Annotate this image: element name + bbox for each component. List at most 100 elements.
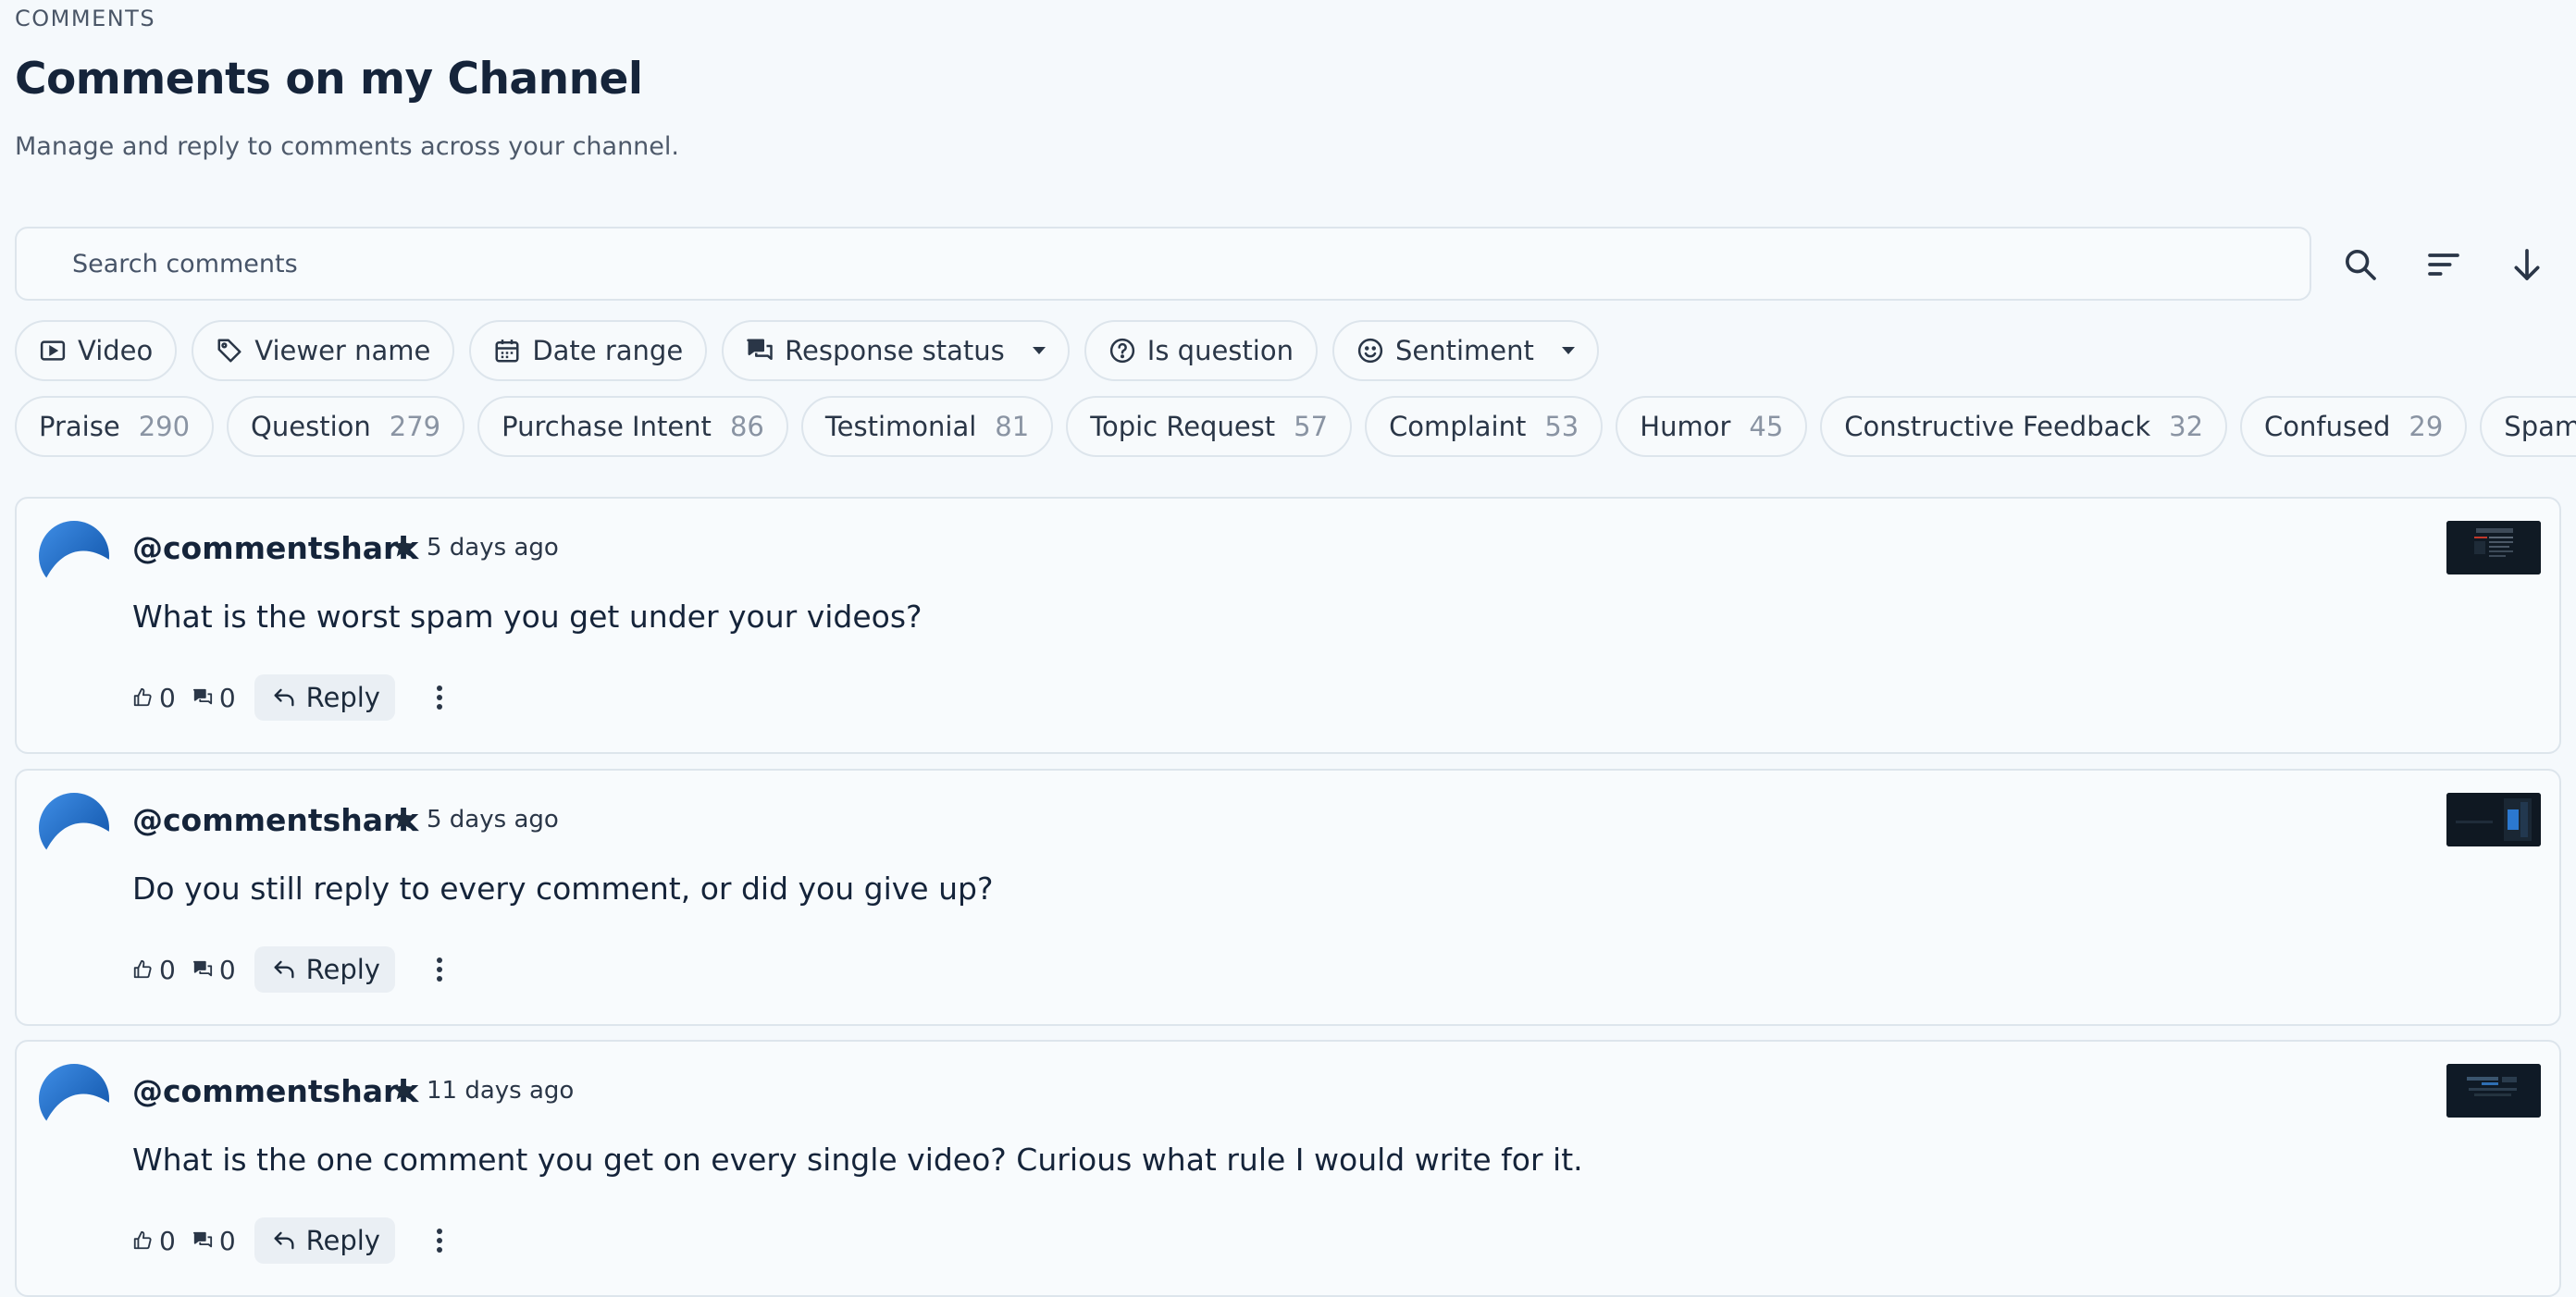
category-chip-confused[interactable]: Confused 29 [2240, 396, 2468, 457]
avatar[interactable] [39, 521, 109, 591]
calendar-icon [493, 337, 521, 364]
comment-text: What is the one comment you get on every… [132, 1142, 1583, 1178]
star-icon [392, 1079, 415, 1100]
sort-lines-icon[interactable] [2418, 239, 2470, 290]
tag-icon [216, 337, 243, 364]
like-count[interactable]: 0 [132, 955, 176, 985]
like-count-value: 0 [159, 1225, 176, 1256]
category-label: Praise [39, 411, 120, 442]
comment-date: 11 days ago [427, 1077, 575, 1105]
category-label: Testimonial [824, 411, 977, 442]
avatar[interactable] [39, 1064, 109, 1134]
comment-author[interactable]: @commentshark [132, 802, 418, 838]
page-subtitle: Manage and reply to comments across your… [15, 132, 679, 161]
reply-button[interactable]: Reply [254, 1217, 395, 1264]
reply-label: Reply [305, 954, 380, 985]
replies-icon [192, 688, 212, 705]
search-bar [15, 227, 2311, 301]
category-chip-constructive-feedback[interactable]: Constructive Feedback 32 [1820, 396, 2228, 457]
thumb-up-icon [133, 687, 152, 707]
filter-is-question[interactable]: Is question [1084, 320, 1318, 381]
filter-label: Is question [1146, 335, 1294, 366]
category-chip-row: Praise 290 Question 279 Purchase Intent 86 … [15, 396, 2576, 457]
reply-count[interactable]: 0 [192, 683, 236, 713]
category-label: Topic Request [1090, 411, 1276, 442]
chevron-down-icon [1561, 347, 1575, 354]
like-count[interactable]: 0 [132, 1226, 176, 1256]
comment-date: 5 days ago [427, 534, 559, 562]
thumb-up-icon [133, 1230, 152, 1250]
category-count: 279 [389, 411, 441, 442]
category-chip-spam-self-promotion[interactable]: Spam / Self-Promotion2 [2480, 396, 2576, 457]
category-label: Confused [2264, 411, 2391, 442]
category-chip-praise[interactable]: Praise 290 [15, 396, 215, 457]
video-thumbnail[interactable] [2446, 521, 2541, 574]
video-thumbnail[interactable] [2446, 1064, 2541, 1118]
like-count[interactable]: 0 [132, 683, 176, 713]
like-count-value: 0 [159, 954, 176, 985]
reply-label: Reply [305, 1225, 380, 1256]
star-icon [392, 536, 415, 557]
category-count: 81 [995, 411, 1030, 442]
comment-card: @commentshark 5 days ago Do you still re… [15, 769, 2561, 1026]
reply-button[interactable]: Reply [254, 674, 395, 721]
category-count: 45 [1749, 411, 1784, 442]
comment-author[interactable]: @commentshark [132, 530, 418, 566]
category-chip-question[interactable]: Question 279 [227, 396, 465, 457]
filter-label: Viewer name [254, 335, 431, 366]
filter-response-status[interactable]: Response status [722, 320, 1070, 381]
avatar[interactable] [39, 793, 109, 863]
category-label: Purchase Intent [502, 411, 712, 442]
smiley-icon [1356, 337, 1384, 364]
page-title: Comments on my Channel [15, 54, 643, 105]
chat-bubbles-icon [746, 337, 774, 364]
category-count: 57 [1294, 411, 1329, 442]
category-label: Constructive Feedback [1844, 411, 2151, 442]
reply-count-value: 0 [218, 1225, 236, 1256]
replies-icon [192, 960, 212, 977]
filter-bar: Video Viewer name Date range Response st… [15, 320, 1599, 381]
category-label: Question [251, 411, 371, 442]
category-chip-purchase-intent[interactable]: Purchase Intent 86 [477, 396, 788, 457]
filter-video[interactable]: Video [15, 320, 178, 381]
category-label: Humor [1640, 411, 1731, 442]
filter-label: Video [78, 335, 154, 366]
more-options-icon[interactable] [421, 674, 458, 721]
category-label: Spam / Self-Promotion [2504, 411, 2576, 442]
video-thumbnail[interactable] [2446, 793, 2541, 846]
reply-arrow-icon [274, 1231, 294, 1250]
reply-count[interactable]: 0 [192, 1226, 236, 1256]
category-count: 86 [729, 411, 764, 442]
filter-date-range[interactable]: Date range [469, 320, 708, 381]
reply-label: Reply [305, 682, 380, 713]
comment-actions: 0 0 Reply [132, 674, 458, 721]
category-count: 53 [1544, 411, 1579, 442]
star-icon [392, 808, 415, 829]
comment-text: Do you still reply to every comment, or … [132, 871, 994, 907]
category-chip-testimonial[interactable]: Testimonial 81 [800, 396, 1054, 457]
filter-sentiment[interactable]: Sentiment [1331, 320, 1599, 381]
reply-count-value: 0 [218, 954, 236, 985]
category-chip-topic-request[interactable]: Topic Request 57 [1066, 396, 1353, 457]
search-input[interactable] [17, 229, 2310, 299]
more-options-icon[interactable] [421, 1217, 458, 1264]
thumb-up-icon [133, 959, 152, 979]
filter-label: Sentiment [1394, 335, 1534, 366]
comment-actions: 0 0 Reply [132, 946, 458, 993]
arrow-down-icon[interactable] [2501, 239, 2553, 290]
category-count: 290 [138, 411, 191, 442]
filter-viewer-name[interactable]: Viewer name [192, 320, 455, 381]
reply-button[interactable]: Reply [254, 946, 395, 993]
category-chip-humor[interactable]: Humor 45 [1616, 396, 1808, 457]
comment-actions: 0 0 Reply [132, 1217, 458, 1264]
comment-text: What is the worst spam you get under you… [132, 599, 923, 635]
reply-count[interactable]: 0 [192, 955, 236, 985]
category-chip-complaint[interactable]: Complaint 53 [1365, 396, 1604, 457]
like-count-value: 0 [159, 682, 176, 713]
comment-author[interactable]: @commentshark [132, 1073, 418, 1109]
more-options-icon[interactable] [421, 946, 458, 993]
replies-icon [192, 1231, 212, 1248]
category-count: 29 [2409, 411, 2444, 442]
category-count: 32 [2169, 411, 2204, 442]
search-icon[interactable] [2334, 239, 2386, 290]
